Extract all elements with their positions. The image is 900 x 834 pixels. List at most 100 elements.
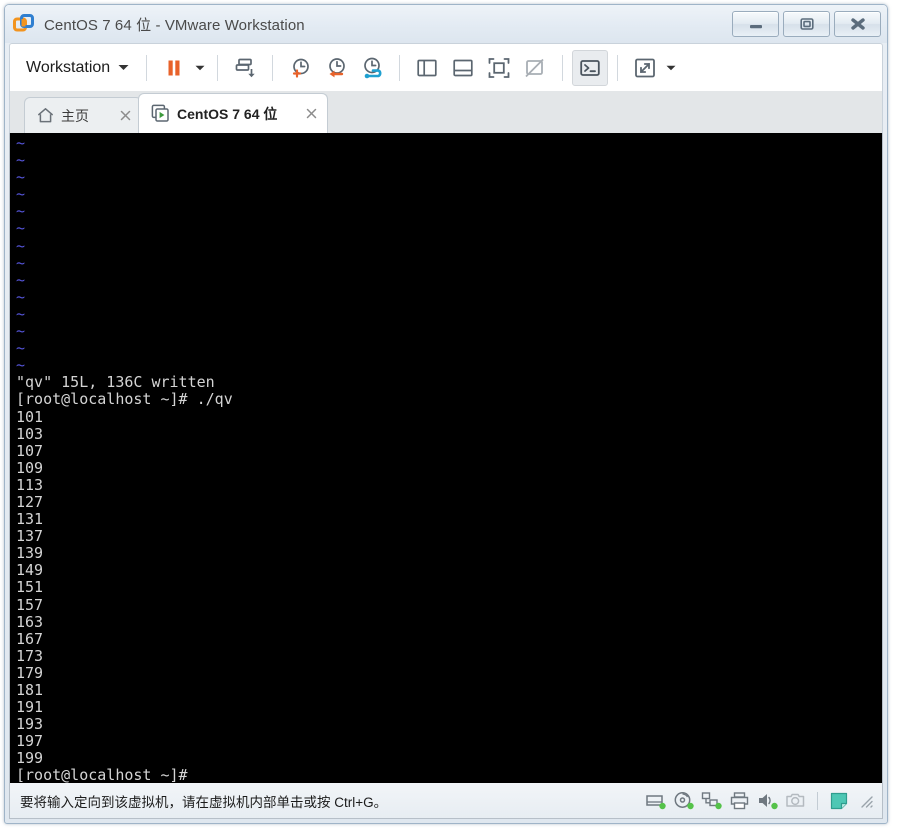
resize-grip-icon[interactable] <box>858 793 874 809</box>
tab-centos-vm-label: CentOS 7 64 位 <box>177 105 278 122</box>
terminal-line: 131 <box>16 510 44 529</box>
terminal-line: 107 <box>16 441 44 460</box>
chevron-down-icon <box>666 65 676 70</box>
vm-console-screen[interactable]: ~ ~ ~ ~ ~ ~ ~ ~ ~ ~ ~ ~ ~ ~ "qv" 15L, 136C written [roo… <box>9 133 883 783</box>
toolbar-divider <box>562 54 564 81</box>
terminal-line: ~ <box>16 168 26 187</box>
terminal-line: ~ <box>16 236 26 255</box>
power-down-icon <box>235 58 255 77</box>
unity-mode-button[interactable] <box>517 50 553 86</box>
terminal-line: ~ <box>16 322 26 341</box>
revert-snapshot-button[interactable] <box>318 50 354 86</box>
terminal-line: 179 <box>16 663 44 682</box>
status-message: 要将输入定向到该虚拟机，请在虚拟机内部单击或按 Ctrl+G。 <box>20 794 388 810</box>
toolbar-divider <box>399 54 401 81</box>
status-bar: 要将输入定向到该虚拟机，请在虚拟机内部单击或按 Ctrl+G。 <box>9 783 883 819</box>
terminal-line: 163 <box>16 612 44 631</box>
terminal-line: 149 <box>16 561 44 580</box>
sound-card-icon[interactable] <box>757 790 779 812</box>
vm-play-icon <box>151 104 169 122</box>
stretch-button[interactable] <box>627 50 663 86</box>
cd-dvd-icon[interactable] <box>673 790 695 812</box>
toolbar-divider <box>617 54 619 81</box>
terminal-line: [root@localhost ~]# <box>16 766 188 783</box>
window-title: CentOS 7 64 位 - VMware Workstation <box>44 16 305 34</box>
terminal-line: 199 <box>16 749 44 768</box>
chevron-down-icon <box>195 65 205 70</box>
terminal-line: 151 <box>16 578 44 597</box>
close-button[interactable] <box>834 11 881 37</box>
close-icon <box>850 18 865 30</box>
camera-icon[interactable] <box>785 790 807 812</box>
vmware-workstation-window: CentOS 7 64 位 - VMware Workstation Works… <box>4 4 888 824</box>
snapshot-revert-icon <box>329 57 346 77</box>
window-controls <box>732 11 881 37</box>
terminal-line: 197 <box>16 732 44 751</box>
snapshot-add-icon <box>293 58 310 78</box>
pause-icon <box>168 60 180 75</box>
message-log-icon[interactable] <box>828 790 850 812</box>
power-button[interactable] <box>227 50 263 86</box>
terminal-line: "qv" 15L, 136C written <box>16 373 215 392</box>
network-adapter-icon[interactable] <box>701 790 723 812</box>
terminal-line: 139 <box>16 544 44 563</box>
terminal-line: 181 <box>16 681 44 699</box>
terminal-line: 101 <box>16 407 44 426</box>
suspend-button[interactable] <box>156 50 192 86</box>
workstation-menu-label: Workstation <box>26 58 111 76</box>
chevron-down-icon <box>118 65 129 70</box>
snapshot-manager-button[interactable] <box>354 50 390 86</box>
hard-disk-icon[interactable] <box>645 790 667 812</box>
status-device-icons <box>645 783 874 818</box>
terminal-line: ~ <box>16 270 26 289</box>
unity-disabled-icon <box>525 58 544 77</box>
tab-strip: 主页 CentOS 7 64 位 <box>9 91 883 133</box>
vmware-logo-icon <box>13 13 35 35</box>
terminal-line: 137 <box>16 527 44 546</box>
terminal-line: [root@localhost ~]# ./qv <box>16 390 233 409</box>
main-toolbar: Workstation <box>9 43 883 91</box>
terminal-line: ~ <box>16 304 26 323</box>
snapshot-manager-icon <box>364 57 382 78</box>
terminal-line: ~ <box>16 185 26 204</box>
toolbar-divider <box>217 54 219 81</box>
terminal-line: 113 <box>16 475 44 494</box>
tab-home-close-icon[interactable] <box>117 108 133 124</box>
show-thumbnail-bar-button[interactable] <box>445 50 481 86</box>
toolbar-divider <box>272 54 274 81</box>
terminal-line: ~ <box>16 202 26 221</box>
terminal-line: 103 <box>16 424 44 443</box>
terminal-line: ~ <box>16 151 26 170</box>
terminal-line: ~ <box>16 339 26 358</box>
terminal-line: 127 <box>16 492 44 511</box>
console-prompt-icon <box>580 59 600 76</box>
minimize-icon <box>749 25 762 29</box>
tab-home[interactable]: 主页 <box>24 97 142 133</box>
minimize-button[interactable] <box>732 11 779 37</box>
suspend-dropdown[interactable] <box>192 51 208 85</box>
printer-icon[interactable] <box>729 790 751 812</box>
terminal-line: ~ <box>16 134 26 152</box>
status-divider <box>817 791 818 810</box>
panel-left-icon <box>417 59 437 76</box>
tab-centos-vm-close-icon[interactable] <box>303 106 319 122</box>
full-screen-button[interactable] <box>481 50 517 86</box>
panel-bottom-icon <box>453 59 473 76</box>
terminal-line: 191 <box>16 698 44 717</box>
console-view-button[interactable] <box>572 49 609 86</box>
terminal-output: ~ ~ ~ ~ ~ ~ ~ ~ ~ ~ ~ ~ ~ ~ "qv" 15L, 136C written [roo… <box>16 134 882 783</box>
terminal-line: 157 <box>16 595 44 614</box>
terminal-line: ~ <box>16 253 26 272</box>
maximize-button[interactable] <box>783 11 830 37</box>
toolbar-divider <box>146 54 148 81</box>
terminal-line: 173 <box>16 646 44 665</box>
workstation-menu-button[interactable]: Workstation <box>18 55 137 81</box>
terminal-line: 109 <box>16 458 44 477</box>
stretch-dropdown[interactable] <box>663 51 679 85</box>
show-library-button[interactable] <box>409 50 445 86</box>
terminal-line: 193 <box>16 715 44 734</box>
tab-home-label: 主页 <box>61 107 89 124</box>
take-snapshot-button[interactable] <box>282 50 318 86</box>
tab-centos-vm[interactable]: CentOS 7 64 位 <box>138 93 328 133</box>
terminal-line: 167 <box>16 629 44 648</box>
